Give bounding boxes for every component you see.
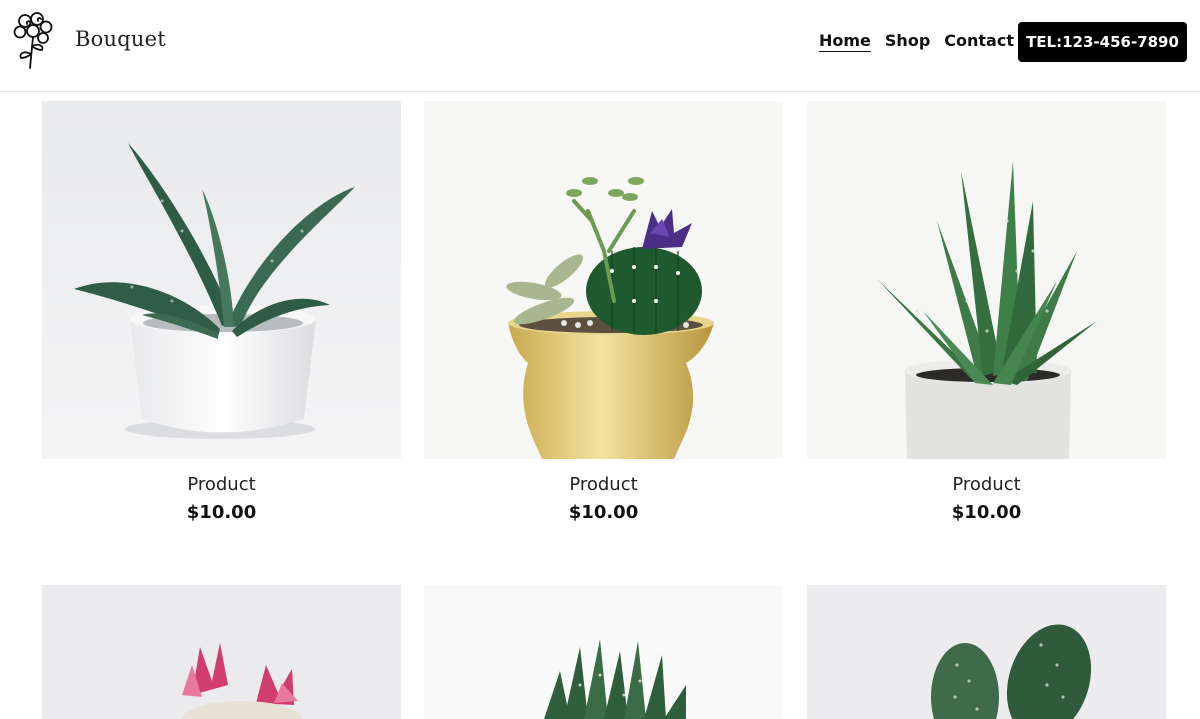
product-image[interactable] [424, 585, 783, 719]
product-image[interactable] [424, 101, 783, 459]
nav-home[interactable]: Home [819, 31, 871, 52]
phone-button[interactable]: TEL:123-456-7890 [1018, 22, 1187, 62]
product-name[interactable]: Product [424, 474, 783, 495]
product-image[interactable] [807, 585, 1166, 719]
flower-bouquet-icon[interactable] [11, 10, 55, 72]
nav-contact[interactable]: Contact [944, 31, 1014, 52]
product-name[interactable]: Product [42, 474, 401, 495]
main-nav: Home Shop Contact [819, 31, 1014, 52]
product-image[interactable] [807, 101, 1166, 459]
brand-name[interactable]: Bouquet [75, 27, 166, 51]
product-price: $10.00 [568, 502, 639, 523]
product-name[interactable]: Product [807, 474, 1166, 495]
product-price: $10.00 [951, 502, 1022, 523]
nav-shop[interactable]: Shop [885, 31, 930, 52]
product-image[interactable] [42, 585, 401, 719]
product-image[interactable] [42, 101, 401, 459]
site-header: Bouquet Home Shop Contact TEL:123-456-78… [0, 0, 1200, 92]
product-price: $10.00 [186, 502, 257, 523]
